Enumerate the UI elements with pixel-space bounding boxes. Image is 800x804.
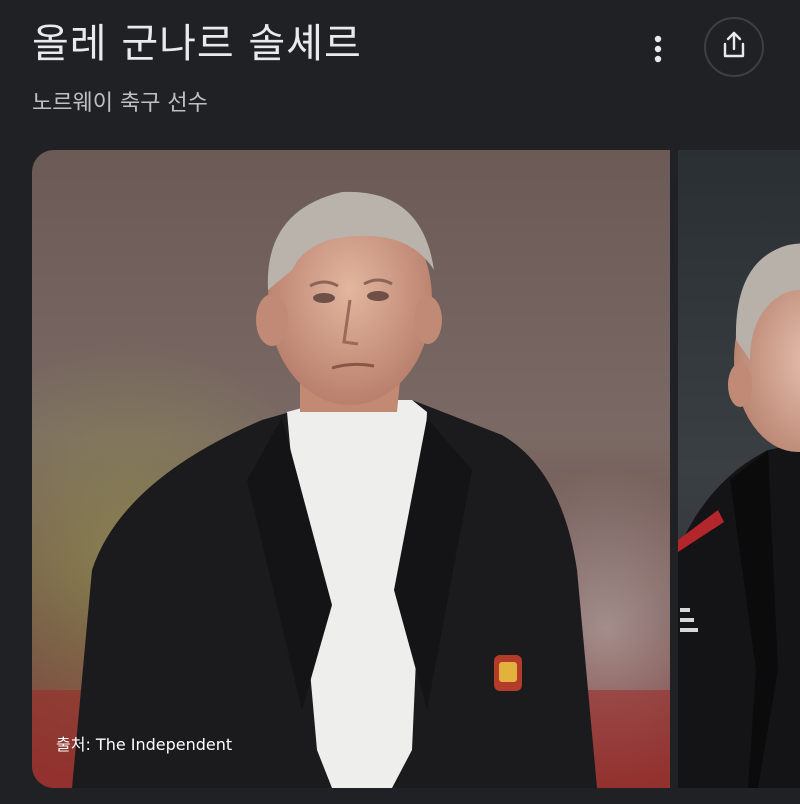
player-photo bbox=[678, 150, 800, 788]
page-subtitle: 노르웨이 축구 선수 bbox=[32, 91, 208, 116]
more-vert-icon bbox=[653, 34, 663, 68]
image-card[interactable] bbox=[678, 150, 800, 788]
more-options-button[interactable] bbox=[636, 24, 680, 78]
share-icon bbox=[721, 31, 747, 63]
page-title: 올레 군나르 솔셰르 bbox=[32, 21, 362, 67]
image-carousel[interactable]: 출처: The Independent bbox=[0, 150, 800, 790]
image-source-caption: 출처: The Independent bbox=[56, 735, 233, 754]
share-button[interactable] bbox=[704, 17, 764, 77]
player-photo bbox=[32, 150, 670, 788]
knowledge-panel-header: 올레 군나르 솔셰르 노르웨이 축구 선수 bbox=[0, 0, 800, 150]
image-card[interactable]: 출처: The Independent bbox=[32, 150, 670, 788]
